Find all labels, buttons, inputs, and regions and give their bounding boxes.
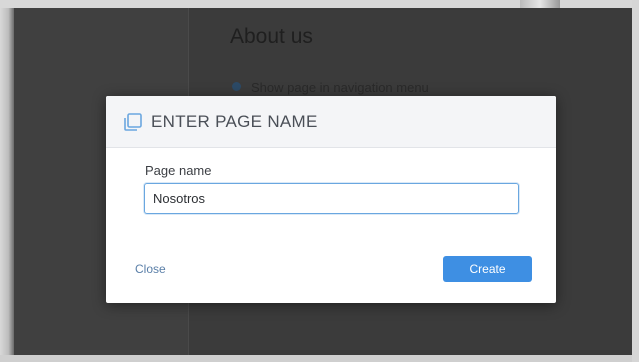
background-image-bottom [0, 355, 639, 362]
close-button[interactable]: Close [135, 262, 166, 276]
dialog-title: ENTER PAGE NAME [151, 111, 318, 131]
create-button[interactable]: Create [443, 256, 532, 282]
page-name-label: Page name [145, 163, 212, 178]
editor-screen: About us Show page in navigation menu EN… [0, 0, 639, 362]
dialog-header: ENTER PAGE NAME [106, 96, 556, 148]
enter-page-name-dialog: ENTER PAGE NAME Page name Close Create [106, 96, 556, 303]
background-page-title: About us [230, 25, 313, 48]
nav-toggle-icon [232, 82, 241, 91]
copy-pages-icon [123, 112, 143, 132]
nav-toggle-label: Show page in navigation menu [251, 80, 429, 95]
background-image-right [632, 0, 639, 362]
background-image-left [0, 0, 14, 362]
page-name-input[interactable] [144, 183, 519, 214]
background-artwork [520, 0, 560, 8]
